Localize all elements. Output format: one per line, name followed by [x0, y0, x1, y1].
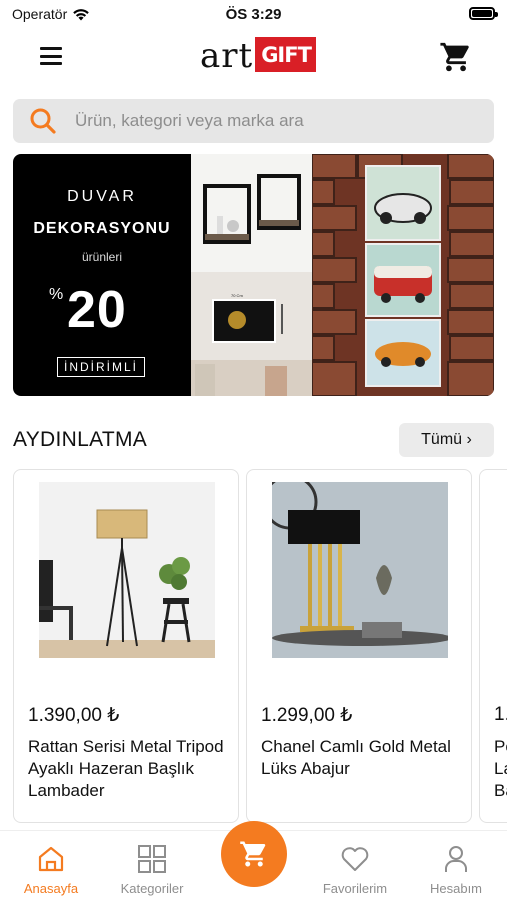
status-bar: Operatör ÖS 3:29 — [0, 0, 507, 28]
nav-cart-button[interactable] — [221, 821, 287, 887]
search-icon — [30, 108, 56, 134]
cart-icon — [240, 841, 266, 867]
hamburger-line — [40, 54, 62, 58]
product-carousel[interactable]: 1.390,00 ₺ Rattan Serisi Metal Tripod Ay… — [13, 469, 507, 823]
banner-percent-sign: % — [49, 286, 64, 303]
see-all-button[interactable]: Tümü › — [399, 423, 494, 457]
app-header: art GIFT — [0, 30, 507, 84]
menu-button[interactable] — [38, 44, 64, 68]
shelf-illustration: 70 Cm — [191, 154, 312, 396]
grid-icon — [138, 845, 166, 873]
product-card[interactable]: 1.299,00 ₺ Chanel Camlı Gold Metal Lüks … — [246, 469, 472, 823]
logo-text-art: art — [200, 36, 254, 76]
nav-favorites[interactable]: Favorilerim — [310, 837, 400, 896]
banner-text-panel: DUVAR DEKORASYONU ürünleri % 20 İNDİRİML… — [13, 154, 191, 396]
bottom-nav: Anasayfa Kategoriler Favorilerim Hesabım — [0, 821, 507, 900]
hamburger-menu-icon — [40, 47, 62, 50]
status-left: Operatör — [12, 6, 90, 22]
banner-line2: DEKORASYONU — [33, 220, 171, 237]
nav-account-label: Hesabım — [429, 881, 483, 896]
wifi-icon — [73, 8, 90, 20]
product-price: 1.5 — [494, 704, 507, 725]
heart-icon — [341, 847, 369, 871]
section-title: AYDINLATMA — [13, 428, 148, 451]
product-title: Chanel Camlı Gold Metal Lüks Abajur — [261, 737, 451, 778]
user-icon — [445, 846, 467, 872]
nav-home[interactable]: Anasayfa — [6, 837, 96, 896]
nav-categories-label: Kategoriler — [120, 881, 184, 896]
shopping-cart-icon — [440, 42, 469, 72]
banner-line3: ürünleri — [81, 250, 123, 264]
promo-banner[interactable]: DUVAR DEKORASYONU ürünleri % 20 İNDİRİML… — [13, 154, 494, 396]
nav-account[interactable]: Hesabım — [411, 837, 501, 896]
table-lamp-image — [272, 482, 448, 658]
carrier-label: Operatör — [12, 6, 68, 22]
nav-categories[interactable]: Kategoriler — [107, 837, 197, 896]
product-image — [39, 482, 215, 658]
search-input[interactable] — [75, 111, 475, 131]
banner-brick-image — [311, 154, 494, 396]
product-card[interactable]: 1.390,00 ₺ Rattan Serisi Metal Tripod Ay… — [13, 469, 239, 823]
product-title: Rattan Serisi Metal Tripod Ayaklı Hazera… — [28, 737, 224, 800]
product-title: Pe La Ba — [494, 737, 507, 800]
banner-poster-text: 70 Cm — [231, 293, 243, 298]
logo[interactable]: art GIFT — [200, 36, 316, 76]
product-price: 1.299,00 ₺ — [261, 705, 353, 726]
logo-text-gift: GIFT — [255, 36, 316, 72]
nav-favorites-label: Favorilerim — [322, 881, 388, 896]
search-bar[interactable] — [13, 99, 494, 143]
battery-icon — [469, 7, 498, 20]
cart-button[interactable] — [439, 40, 473, 74]
banner-shelf-image: 70 Cm — [191, 154, 312, 396]
banner-discount: 20 — [67, 281, 127, 339]
floor-lamp-image — [39, 482, 215, 658]
hamburger-line — [40, 62, 62, 65]
home-icon — [38, 846, 64, 872]
product-card[interactable]: 1.5 Pe La Ba — [479, 469, 507, 823]
brick-wall-illustration — [311, 154, 494, 396]
banner-line1: DUVAR — [67, 188, 137, 205]
product-price: 1.390,00 ₺ — [28, 705, 120, 726]
product-image — [272, 482, 448, 658]
nav-home-label: Anasayfa — [23, 881, 79, 896]
banner-badge: İNDİRİMLİ — [57, 357, 146, 377]
